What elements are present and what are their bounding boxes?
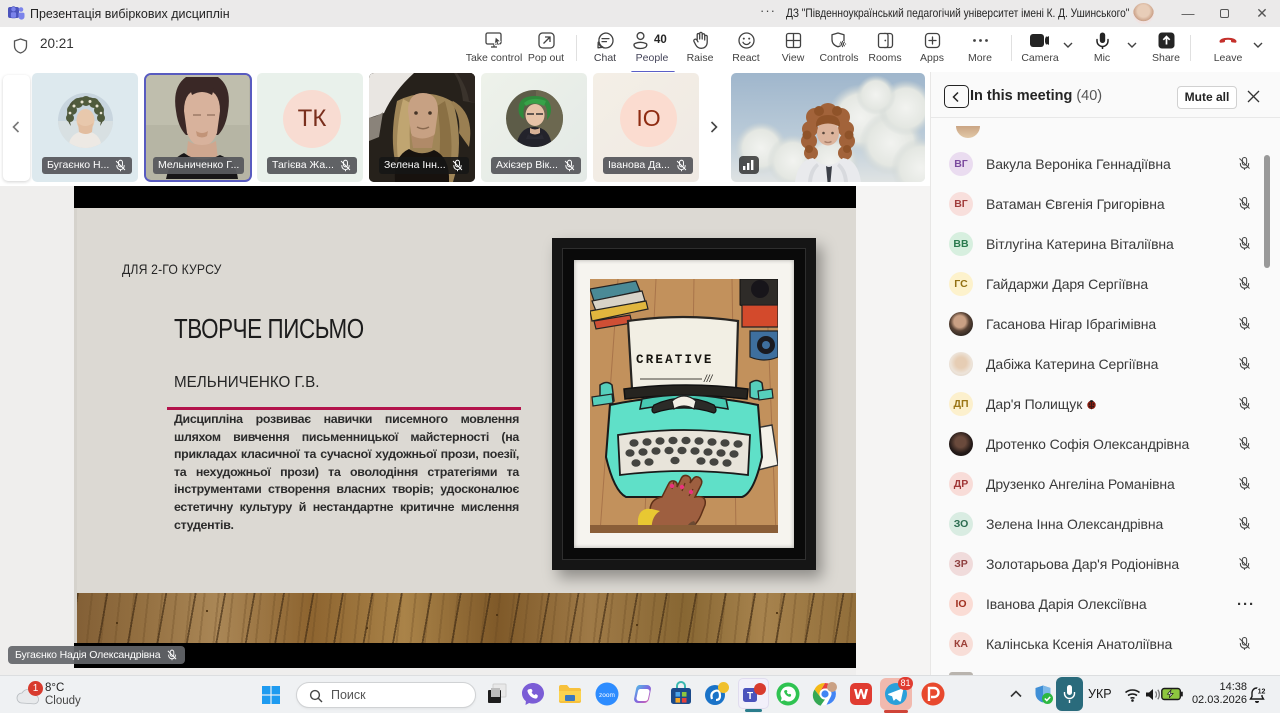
svg-text:T: T <box>747 691 753 702</box>
svg-text:zoom: zoom <box>599 692 615 699</box>
svg-text:CREATIVE: CREATIVE <box>636 353 714 367</box>
svg-text:///: /// <box>703 374 714 385</box>
svg-text:12: 12 <box>1258 689 1266 696</box>
